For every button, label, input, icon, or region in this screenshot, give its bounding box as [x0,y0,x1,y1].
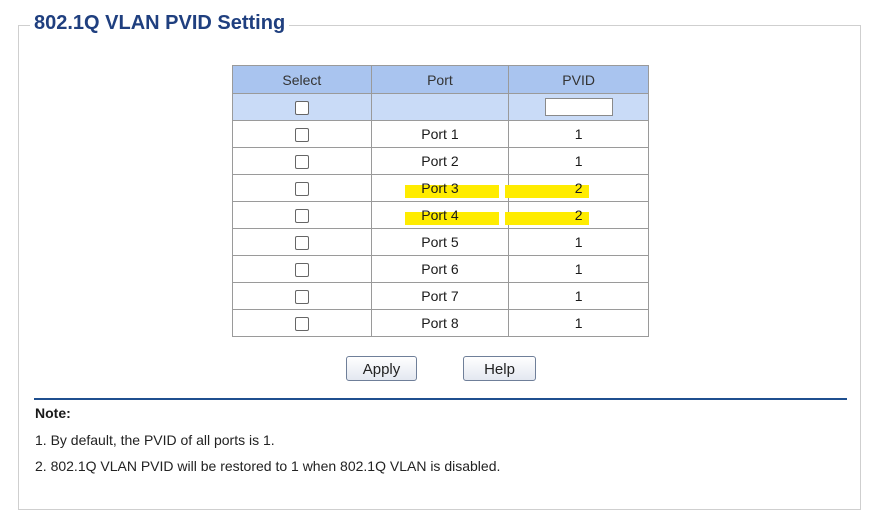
pvid-cell: 1 [508,255,649,283]
port-cell: Port 2 [370,147,510,175]
pvid-value: 1 [574,234,583,250]
table-row: Port 2 1 [232,147,649,175]
pvid-cell: 2 [504,174,649,202]
pvid-value: 1 [574,288,583,304]
port-name: Port 8 [421,315,459,331]
select-cell [232,228,372,256]
port-cell: Port 8 [370,309,510,337]
select-cell [232,120,372,148]
pvid-value: 1 [574,261,583,277]
port-cell: Port 3 [370,174,510,202]
table-row: Port 4 2 [232,201,649,229]
table-row: Port 7 1 [232,282,649,310]
port-name: Port 3 [421,180,459,196]
port-select-checkbox[interactable] [294,317,309,332]
port-select-checkbox[interactable] [294,209,309,224]
port-cell: Port 6 [370,255,510,283]
port-name: Port 1 [421,126,459,142]
all-pvid-input[interactable] [544,98,613,116]
select-all-cell [232,93,372,121]
column-header-pvid: PVID [508,65,649,94]
select-cell [232,147,372,175]
apply-button[interactable]: Apply [346,356,417,381]
note-title: Note: [35,405,71,421]
port-select-checkbox[interactable] [294,155,309,170]
pvid-cell: 1 [508,282,649,310]
port-select-checkbox[interactable] [294,128,309,143]
note-line-2: 2. 802.1Q VLAN PVID will be restored to … [35,458,501,474]
port-name: Port 2 [421,153,459,169]
port-name: Port 4 [421,207,459,223]
column-header-port: Port [370,65,510,94]
select-cell [232,201,372,229]
divider [34,398,847,400]
table-row: Port 3 2 [232,174,649,202]
page-title: 802.1Q VLAN PVID Setting [30,10,290,36]
all-ports-cell [370,93,510,121]
pvid-cell: 2 [504,201,649,229]
port-select-checkbox[interactable] [294,263,309,278]
pvid-value: 2 [574,180,583,196]
pvid-cell: 1 [508,228,649,256]
pvid-cell: 1 [508,147,649,175]
select-cell [232,309,372,337]
table-row: Port 1 1 [232,120,649,148]
port-select-checkbox[interactable] [294,236,309,251]
help-button[interactable]: Help [463,356,536,381]
port-name: Port 5 [421,234,459,250]
port-cell: Port 1 [370,120,510,148]
all-pvid-cell [508,93,649,121]
pvid-table: Select Port PVID Port 1 1 Port 2 1 Port 3 2 Po… [232,65,649,337]
port-cell: Port 4 [370,201,510,229]
pvid-value: 2 [574,207,583,223]
table-row: Port 5 1 [232,228,649,256]
pvid-cell: 1 [508,309,649,337]
select-all-checkbox[interactable] [294,101,309,116]
select-cell [232,174,372,202]
table-row: Port 6 1 [232,255,649,283]
select-cell [232,255,372,283]
pvid-value: 1 [574,153,583,169]
port-cell: Port 7 [370,282,510,310]
note-line-1: 1. By default, the PVID of all ports is … [35,432,275,448]
pvid-cell: 1 [508,120,649,148]
port-name: Port 6 [421,261,459,277]
table-row: Port 8 1 [232,309,649,337]
pvid-value: 1 [574,126,583,142]
port-name: Port 7 [421,288,459,304]
port-select-checkbox[interactable] [294,182,309,197]
port-cell: Port 5 [370,228,510,256]
select-cell [232,282,372,310]
column-header-select: Select [232,65,372,94]
port-select-checkbox[interactable] [294,290,309,305]
pvid-value: 1 [574,315,583,331]
